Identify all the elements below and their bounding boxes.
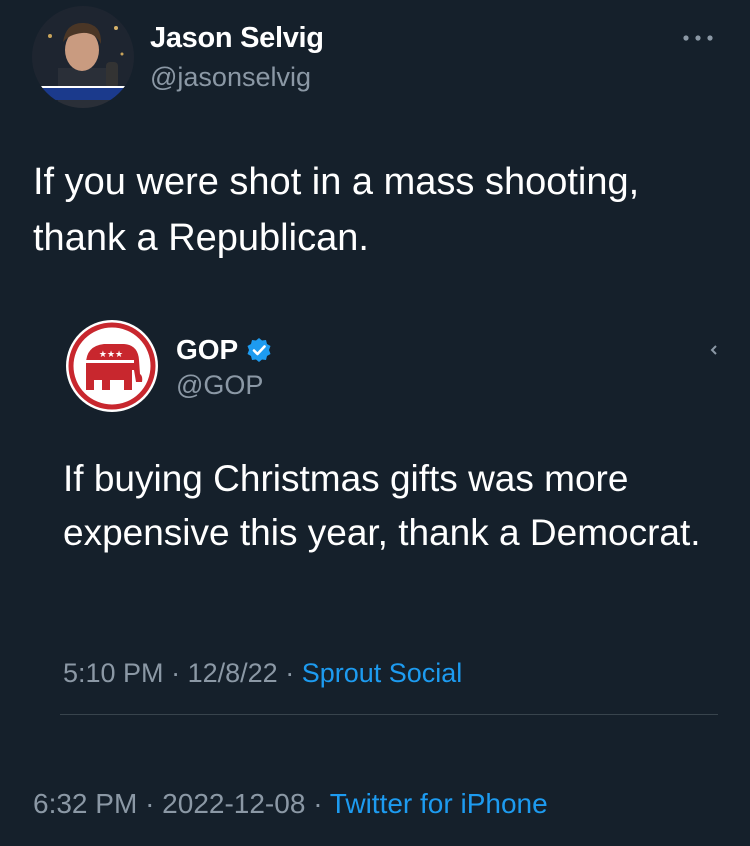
tweet-source-link[interactable]: Twitter for iPhone xyxy=(330,788,548,819)
quoted-author-handle[interactable]: @GOP xyxy=(176,370,263,401)
svg-text:★★★: ★★★ xyxy=(99,350,123,360)
quoted-author-name[interactable]: GOP xyxy=(176,334,238,366)
author-name[interactable]: Jason Selvig xyxy=(150,22,324,55)
divider xyxy=(60,714,718,715)
tweet-text: If you were shot in a mass shooting, tha… xyxy=(33,161,640,259)
tweet-time[interactable]: 6:32 PM xyxy=(33,788,137,819)
meta-separator: · xyxy=(313,788,323,819)
caret-left-icon xyxy=(710,342,718,355)
author-handle[interactable]: @jasonselvig xyxy=(150,62,311,93)
tweet-meta: 6:32 PM · 2022-12-08 · Twitter for iPhon… xyxy=(33,788,548,820)
meta-separator: · xyxy=(285,658,295,688)
verified-badge-icon xyxy=(246,337,272,363)
meta-separator: · xyxy=(171,658,181,688)
quoted-tweet-meta: 5:10 PM · 12/8/22 · Sprout Social xyxy=(63,658,462,689)
quoted-author-row: GOP xyxy=(176,334,272,366)
meta-separator: · xyxy=(145,788,155,819)
tweet-date[interactable]: 2022-12-08 xyxy=(162,788,305,819)
author-avatar[interactable] xyxy=(32,6,134,108)
quoted-tweet-time[interactable]: 5:10 PM xyxy=(63,658,164,688)
quoted-tweet-text: If buying Christmas gifts was more expen… xyxy=(63,458,701,553)
quoted-tweet[interactable]: ★★★ GOP @GOP If buying Christmas gifts w… xyxy=(60,312,720,722)
quoted-tweet-date[interactable]: 12/8/22 xyxy=(188,658,278,688)
tweet: Jason Selvig @jasonselvig If you were sh… xyxy=(0,0,750,846)
more-horizontal-icon[interactable] xyxy=(680,28,716,48)
gop-elephant-logo[interactable]: ★★★ xyxy=(64,318,160,414)
quoted-tweet-source-link[interactable]: Sprout Social xyxy=(302,658,463,688)
